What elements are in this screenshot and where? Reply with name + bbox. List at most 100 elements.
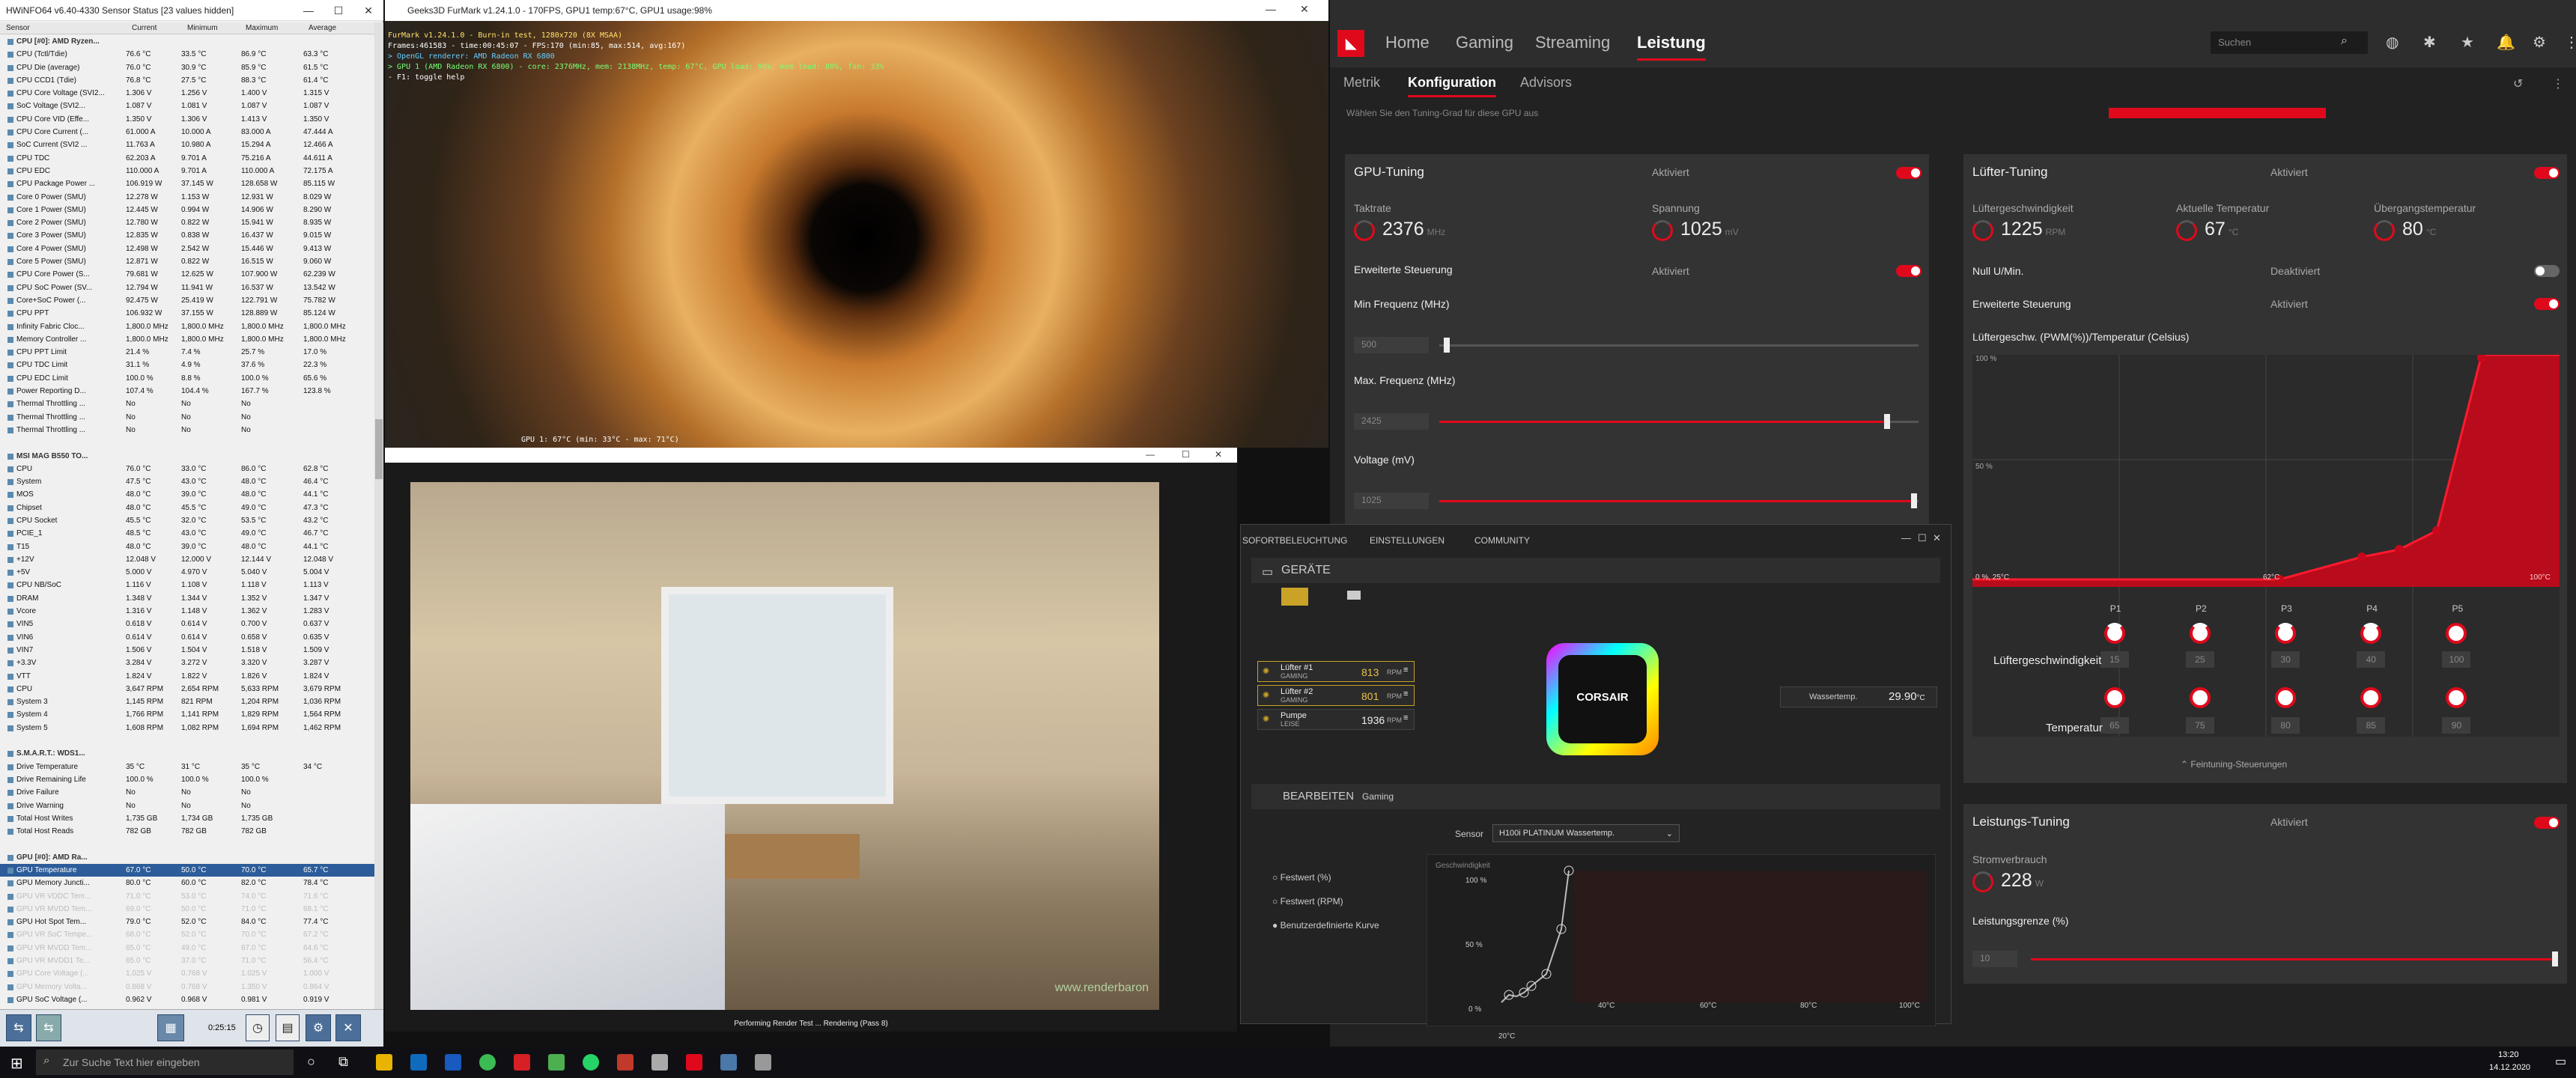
col-sensor[interactable]: Sensor: [6, 24, 30, 32]
sensor-row[interactable]: Core 0 Power (SMU) 12.278 W 1.153 W 12.931 …: [0, 191, 374, 204]
sensor-row[interactable]: MOS 48.0 °C 39.0 °C 48.0 °C 44.1 °C: [0, 488, 374, 501]
sensor-select[interactable]: H100i PLATINUM Wassertemp. ⌄: [1492, 824, 1680, 842]
menu-icon[interactable]: ≡: [1403, 666, 1408, 674]
spacer-row[interactable]: [0, 436, 374, 449]
col-average[interactable]: Average: [309, 24, 336, 32]
more-icon[interactable]: ⋮: [2564, 33, 2576, 52]
sensor-row[interactable]: GPU Hot Spot Tem... 79.0 °C 52.0 °C 84.0 °C…: [0, 916, 374, 928]
sensor-row[interactable]: VIN6 0.614 V 0.614 V 0.658 V 0.635 V: [0, 631, 374, 644]
sensor-row[interactable]: CPU EDC Limit 100.0 % 8.8 % 100.0 % 65.6 %: [0, 372, 374, 385]
clock-date[interactable]: 14.12.2020: [2489, 1063, 2530, 1072]
voltage-input[interactable]: 1025: [1354, 493, 1429, 509]
ram-device-icon[interactable]: [1347, 591, 1361, 600]
close-icon[interactable]: ✕: [1300, 3, 1309, 16]
sensor-row[interactable]: Drive Failure No No No: [0, 786, 374, 799]
fan-row[interactable]: ✺ Pumpe LEISE 1936 RPM ≡: [1257, 709, 1415, 730]
close-icon[interactable]: ✕: [1215, 449, 1222, 460]
sensor-row[interactable]: GPU VR MVDD Tem... 65.0 °C 49.0 °C 67.0 °C 6…: [0, 942, 374, 954]
nav-gaming[interactable]: Gaming: [1456, 33, 1513, 52]
report-icon[interactable]: ▤: [276, 1014, 300, 1041]
min-freq-input[interactable]: 500: [1354, 337, 1429, 353]
notification-icon[interactable]: ▭: [2555, 1054, 2566, 1069]
sensor-row[interactable]: Vcore 1.316 V 1.148 V 1.362 V 1.283 V: [0, 605, 374, 618]
sensor-row[interactable]: MSI MAG B550 TO...: [0, 450, 374, 463]
temp-input[interactable]: 90: [2442, 717, 2471, 734]
app-icon[interactable]: [548, 1054, 565, 1071]
sensor-row[interactable]: System 47.5 °C 43.0 °C 48.0 °C 46.4 °C: [0, 475, 374, 488]
temp-input[interactable]: 80: [2271, 717, 2300, 734]
sensor-row[interactable]: +5V 5.000 V 4.970 V 5.040 V 5.004 V: [0, 566, 374, 579]
max-freq-input[interactable]: 2425: [1354, 413, 1429, 430]
speed-knob[interactable]: [2103, 623, 2125, 644]
scrollbar[interactable]: [374, 22, 383, 1009]
speed-knob[interactable]: [2275, 623, 2297, 644]
sensor-row[interactable]: System 5 1,608 RPM 1,082 RPM 1,694 RPM 1,462…: [0, 722, 374, 734]
maximize-icon[interactable]: ☐: [1182, 449, 1190, 460]
sensor-row[interactable]: GPU VR MVDD Tem... 69.0 °C 50.0 °C 71.0 °C 6…: [0, 903, 374, 916]
power-limit-slider[interactable]: [2031, 951, 2558, 966]
maximize-icon[interactable]: ☐: [1918, 532, 1927, 544]
sensor-row[interactable]: Thermal Throttling ... No No No: [0, 411, 374, 424]
sensor-row[interactable]: CPU TDC 62.203 A 9.701 A 75.216 A 44.611 A: [0, 152, 374, 165]
col-minimum[interactable]: Minimum: [187, 24, 218, 32]
sensor-row[interactable]: Total Host Reads 782 GB 782 GB 782 GB: [0, 825, 374, 838]
clock-icon[interactable]: ◷: [246, 1014, 270, 1041]
sensor-row[interactable]: Core 2 Power (SMU) 12.780 W 0.822 W 15.941 …: [0, 216, 374, 229]
temp-input[interactable]: 85: [2357, 717, 2386, 734]
col-maximum[interactable]: Maximum: [246, 24, 278, 32]
menu-icon[interactable]: ≡: [1403, 689, 1408, 698]
minimize-icon[interactable]: —: [1266, 3, 1276, 15]
task-view-icon[interactable]: ⧉: [338, 1054, 348, 1070]
water-temp-row[interactable]: Wassertemp. 29.90°C: [1780, 686, 1937, 707]
sensor-row[interactable]: GPU VR SoC Tempe... 68.0 °C 52.0 °C 70.0 °C…: [0, 928, 374, 941]
sensor-row[interactable]: CPU Die (average) 76.0 °C 30.9 °C 85.9 °C 61…: [0, 61, 374, 74]
sensor-row[interactable]: GPU VR VDDC Tem... 71.0 °C 53.0 °C 74.0 °C 7…: [0, 890, 374, 903]
maximize-icon[interactable]: ☐: [323, 0, 353, 21]
temp-knob[interactable]: [2275, 687, 2297, 708]
close-icon[interactable]: ✕: [353, 0, 383, 21]
power-limit-input[interactable]: 10: [1972, 951, 2017, 967]
sensor-row[interactable]: SoC Voltage (SVI2... 1.087 V 1.081 V 1.087 …: [0, 100, 374, 112]
sensor-row[interactable]: System 4 1,766 RPM 1,141 RPM 1,829 RPM 1,564…: [0, 708, 374, 721]
sensor-row[interactable]: GPU Core Voltage (... 1.025 V 0.768 V 1.025…: [0, 967, 374, 980]
temp-input[interactable]: 75: [2185, 717, 2214, 734]
speed-input[interactable]: 25: [2185, 651, 2214, 668]
sensor-row[interactable]: PCIE_1 48.5 °C 43.0 °C 49.0 °C 46.7 °C: [0, 527, 374, 540]
sensor-row[interactable]: Total Host Writes 1,735 GB 1,734 GB 1,735 G…: [0, 812, 374, 825]
nav-forward-icon[interactable]: ⇆: [36, 1014, 61, 1041]
speed-input[interactable]: 30: [2271, 651, 2300, 668]
sensor-row[interactable]: Chipset 48.0 °C 45.5 °C 49.0 °C 47.3 °C: [0, 502, 374, 514]
sensor-row[interactable]: GPU Temperature 67.0 °C 50.0 °C 70.0 °C 65.7…: [0, 864, 374, 877]
sensor-row[interactable]: GPU Memory Volta... 0.868 V 0.768 V 1.350 V…: [0, 981, 374, 993]
tab-metrik[interactable]: Metrik: [1343, 75, 1380, 91]
nav-home[interactable]: Home: [1385, 33, 1430, 52]
sensor-row[interactable]: CPU TDC Limit 31.1 % 4.9 % 37.6 % 22.3 %: [0, 359, 374, 371]
more-icon[interactable]: ⋮: [2552, 76, 2564, 91]
sensor-row[interactable]: CPU 3,647 RPM 2,654 RPM 5,633 RPM 3,679 RPM: [0, 683, 374, 695]
sensor-row[interactable]: CPU Socket 45.5 °C 32.0 °C 53.5 °C 43.2 °C: [0, 514, 374, 527]
sensor-row[interactable]: Core 3 Power (SMU) 12.835 W 0.838 W 16.437 …: [0, 229, 374, 242]
speed-input[interactable]: 40: [2357, 651, 2386, 668]
sensor-row[interactable]: Thermal Throttling ... No No No: [0, 398, 374, 410]
app-icon[interactable]: [617, 1054, 634, 1071]
sensor-row[interactable]: CPU 76.0 °C 33.0 °C 86.0 °C 62.8 °C: [0, 463, 374, 475]
globe-icon[interactable]: ◍: [2386, 33, 2399, 52]
network-icon[interactable]: ▦: [157, 1014, 184, 1041]
speed-knob[interactable]: [2189, 623, 2211, 644]
fan-tuning-toggle[interactable]: [2534, 167, 2560, 179]
tab-community[interactable]: COMMUNITY: [1474, 535, 1530, 546]
explorer-icon[interactable]: [376, 1054, 392, 1071]
minimize-icon[interactable]: —: [1901, 532, 1911, 543]
zero-rpm-toggle[interactable]: [2534, 265, 2560, 277]
sensor-row[interactable]: Drive Remaining Life 100.0 % 100.0 % 100.0 …: [0, 773, 374, 786]
sensor-row[interactable]: Core 4 Power (SMU) 12.498 W 2.542 W 15.446 …: [0, 243, 374, 255]
sensor-row[interactable]: S.M.A.R.T.: WDS1...: [0, 747, 374, 760]
mode-custom-curve[interactable]: ● Benutzerdefinierte Kurve: [1272, 920, 1379, 931]
temp-knob[interactable]: [2103, 687, 2125, 708]
sensor-row[interactable]: Thermal Throttling ... No No No: [0, 424, 374, 436]
sensor-row[interactable]: CPU [#0]: AMD Ryzen...: [0, 35, 374, 48]
ext-control-toggle[interactable]: [1896, 265, 1922, 277]
amd-taskbar-icon[interactable]: [686, 1054, 702, 1071]
sensor-row[interactable]: CPU Core Voltage (SVI2... 1.306 V 1.256 V 1…: [0, 87, 374, 100]
app-icon[interactable]: [651, 1054, 668, 1071]
